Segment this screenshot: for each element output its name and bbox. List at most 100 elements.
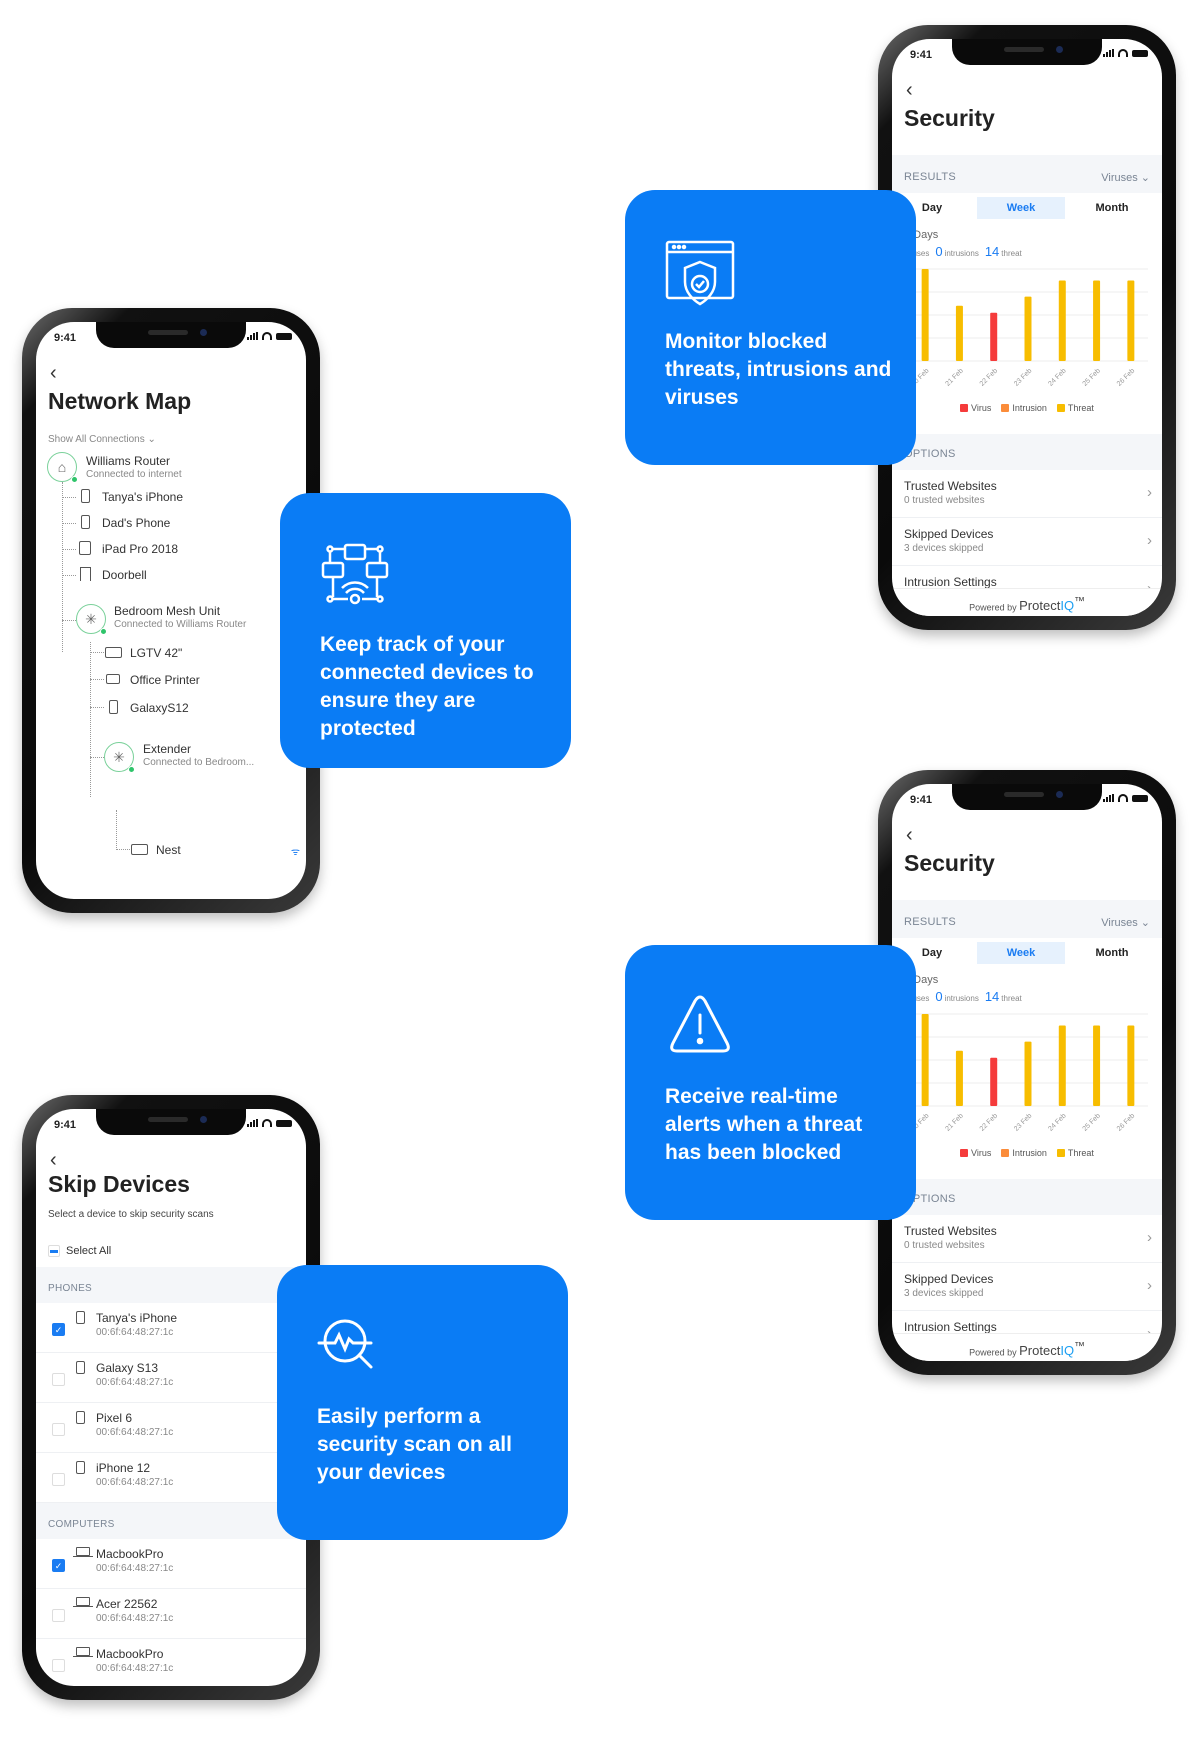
signal-icon	[1103, 794, 1114, 802]
x-tick-label: 25 Feb	[1082, 1112, 1102, 1132]
alert-triangle-icon	[670, 995, 730, 1053]
status-time: 9:41	[54, 1119, 77, 1131]
x-tick-label: 22 Feb	[979, 367, 999, 387]
wifi-icon	[262, 332, 272, 340]
legend-swatch	[1001, 1149, 1010, 1157]
device-row[interactable]: Pixel 6 00:6f:64:48:27:1c	[36, 1403, 306, 1453]
chart-legend: Virus Intrusion Threat	[892, 1148, 1162, 1158]
device-mac: 00:6f:64:48:27:1c	[96, 1427, 174, 1438]
device-row[interactable]: ✓ Tanya's iPhone 00:6f:64:48:27:1c	[36, 1303, 306, 1353]
results-filter-dropdown[interactable]: Viruses ⌄	[1101, 916, 1150, 929]
device-row[interactable]: iPhone 12 00:6f:64:48:27:1c	[36, 1453, 306, 1503]
period-tabs: Day Week Month	[892, 193, 1162, 223]
back-button[interactable]: ‹	[906, 824, 913, 847]
security-screen: 9:41 ‹ Security RESULTS Viruses ⌄ Day We…	[892, 39, 1162, 616]
chevron-right-icon: ›	[1147, 532, 1152, 549]
laptop-icon	[73, 1597, 93, 1607]
device-office-printer[interactable]: Office Printer	[130, 673, 200, 687]
period-tabs: Day Week Month	[892, 938, 1162, 968]
feature-card-text: Monitor blocked threats, intrusions and …	[665, 330, 892, 409]
wifi-icon	[1118, 49, 1128, 57]
intrusions-count: 0	[935, 989, 943, 1004]
legend-item-intrusion: Intrusion	[1001, 403, 1047, 413]
page-title: Security	[904, 105, 995, 131]
legend-swatch	[1056, 1149, 1065, 1157]
node-bedroom-mesh[interactable]: Bedroom Mesh Unit Connected to Williams R…	[114, 604, 246, 630]
phone-icon	[76, 514, 94, 530]
node-router[interactable]: Williams Router Connected to internet	[86, 454, 182, 480]
signal-icon	[247, 1119, 258, 1127]
phone-notch	[952, 784, 1102, 810]
online-status-dot	[100, 628, 107, 635]
chevron-right-icon: ›	[1147, 1277, 1152, 1294]
device-mac: 00:6f:64:48:27:1c	[96, 1327, 174, 1338]
tab-month[interactable]: Month	[1072, 942, 1152, 964]
connections-filter-dropdown[interactable]: Show All Connections ⌄	[48, 434, 156, 445]
device-mac: 00:6f:64:48:27:1c	[96, 1477, 174, 1488]
group-header-computers: COMPUTERS	[36, 1503, 306, 1539]
tablet-icon	[76, 540, 94, 556]
feature-card-scan: Easily perform a security scan on all yo…	[277, 1265, 568, 1540]
option-trusted-websites[interactable]: Trusted Websites 0 trusted websites ›	[892, 1215, 1162, 1263]
network-map-screen: 9:41 ‹ Network Map Show All Connections …	[36, 322, 306, 899]
results-filter-dropdown[interactable]: Viruses ⌄	[1101, 171, 1150, 184]
wifi-connection-icon: ᯤ	[290, 847, 300, 858]
bar-threat	[1058, 1025, 1066, 1106]
device-nest[interactable]: Nest	[156, 843, 181, 857]
skip-devices-screen: 9:41 ‹ Skip Devices Select a device to s…	[36, 1109, 306, 1686]
device-doorbell[interactable]: Doorbell	[102, 568, 147, 582]
device-row[interactable]: Acer 22562 00:6f:64:48:27:1c	[36, 1589, 306, 1639]
device-checkbox[interactable]	[52, 1423, 65, 1436]
device-checkbox[interactable]	[52, 1473, 65, 1486]
back-button[interactable]: ‹	[906, 79, 913, 102]
device-row[interactable]: ✓ MacbookPro 00:6f:64:48:27:1c	[36, 1539, 306, 1589]
chevron-right-icon: ›	[1147, 1229, 1152, 1246]
status-time: 9:41	[910, 49, 933, 61]
option-skipped-devices[interactable]: Skipped Devices 3 devices skipped ›	[892, 1263, 1162, 1311]
chevron-right-icon: ›	[1147, 484, 1152, 501]
x-tick-label: 21 Feb	[944, 367, 964, 387]
powered-by-footer: Powered by ProtectIQ™	[892, 588, 1162, 616]
legend-swatch	[1056, 404, 1065, 412]
node-extender[interactable]: Extender Connected to Bedroom...	[143, 742, 254, 768]
option-skipped-devices[interactable]: Skipped Devices 3 devices skipped ›	[892, 518, 1162, 566]
x-tick-label: 21 Feb	[944, 1112, 964, 1132]
tab-week[interactable]: Week	[977, 942, 1065, 964]
feature-card-alerts: Receive real-time alerts when a threat h…	[625, 945, 916, 1220]
device-lgtv[interactable]: LGTV 42"	[130, 646, 182, 660]
option-trusted-websites[interactable]: Trusted Websites 0 trusted websites ›	[892, 470, 1162, 518]
back-button[interactable]: ‹	[50, 362, 57, 385]
tv-icon	[130, 841, 148, 857]
device-checkbox[interactable]: ✓	[52, 1559, 65, 1572]
results-label: RESULTS	[904, 916, 957, 928]
select-all-checkbox[interactable]: Select All	[48, 1245, 111, 1257]
device-checkbox[interactable]	[52, 1373, 65, 1386]
back-button[interactable]: ‹	[50, 1149, 57, 1172]
wifi-icon	[262, 1119, 272, 1127]
bar-threat	[1093, 1025, 1101, 1106]
indeterminate-checkbox	[48, 1245, 60, 1257]
device-ipad-pro[interactable]: iPad Pro 2018	[102, 542, 178, 556]
device-checkbox[interactable]	[52, 1609, 65, 1622]
device-row[interactable]: Galaxy S13 00:6f:64:48:27:1c	[36, 1353, 306, 1403]
battery-icon	[1132, 795, 1148, 802]
device-tanyas-iphone[interactable]: Tanya's iPhone	[102, 490, 183, 504]
device-dads-phone[interactable]: Dad's Phone	[102, 516, 170, 530]
bar-threat	[1058, 280, 1066, 361]
device-checkbox[interactable]: ✓	[52, 1323, 65, 1336]
tab-month[interactable]: Month	[1072, 197, 1152, 219]
bar-threat	[1024, 296, 1032, 361]
bar-virus	[990, 312, 998, 361]
device-name: iPhone 12	[96, 1461, 151, 1475]
feature-card-network: Keep track of your connected devices to …	[280, 493, 571, 768]
tab-week[interactable]: Week	[977, 197, 1065, 219]
x-tick-label: 24 Feb	[1047, 1112, 1067, 1132]
shield-browser-icon	[665, 240, 735, 306]
device-checkbox[interactable]	[52, 1659, 65, 1672]
device-row[interactable]: MacbookPro 00:6f:64:48:27:1c	[36, 1639, 306, 1686]
printer-icon	[104, 671, 122, 687]
device-galaxy-s12[interactable]: GalaxyS12	[130, 701, 189, 715]
phone-network-map: 9:41 ‹ Network Map Show All Connections …	[22, 308, 320, 913]
device-mac: 00:6f:64:48:27:1c	[96, 1663, 174, 1674]
summary-counts: viruses 0 intrusions 14 threat	[904, 244, 1022, 259]
